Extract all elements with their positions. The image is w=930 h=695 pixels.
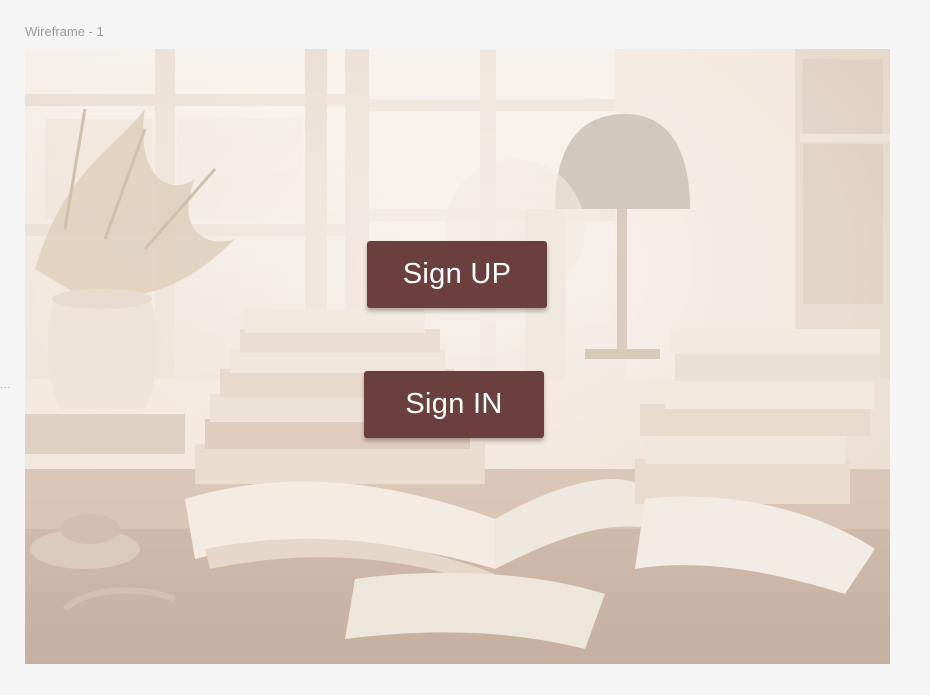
wireframe-frame[interactable]: Sign UP Sign IN xyxy=(25,49,890,664)
side-ellipsis-marker: ... xyxy=(0,380,12,391)
sign-up-button[interactable]: Sign UP xyxy=(367,241,547,308)
sign-in-button[interactable]: Sign IN xyxy=(364,371,544,438)
frame-title[interactable]: Wireframe - 1 xyxy=(25,24,104,39)
design-canvas: Wireframe - 1 ... Sign UP Sign IN xyxy=(0,0,930,695)
background-photo xyxy=(25,49,890,664)
